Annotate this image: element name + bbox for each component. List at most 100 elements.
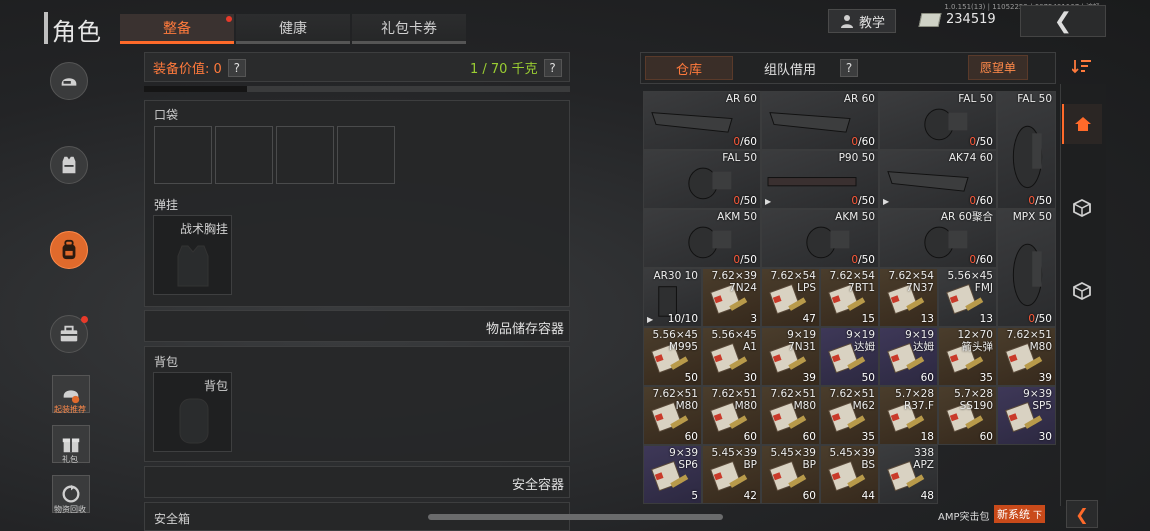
item-quantity: 48 [920, 490, 934, 502]
vest-icon [62, 156, 76, 174]
warehouse-item[interactable]: 7.62×51 M80 60 [643, 386, 702, 445]
warehouse-item[interactable]: 7.62×51 M80 60 [702, 386, 761, 445]
item-name: 5.45×39 BP [770, 447, 816, 471]
weight-help-button[interactable]: ? [543, 58, 562, 77]
nav-helmet[interactable] [50, 62, 88, 100]
bottom-item-note: AMP突击包 [938, 512, 990, 523]
nav-toolbox[interactable] [50, 315, 88, 353]
warehouse-item[interactable]: 9×19 达姆 60 [879, 327, 938, 386]
side-box-button-2[interactable] [1062, 271, 1102, 311]
pin-icon: ▶ [883, 197, 890, 206]
helmet-icon [61, 78, 77, 86]
warehouse-item[interactable]: 9×39 SP5 30 [997, 386, 1056, 445]
item-name: 7.62×51 M80 [652, 388, 698, 412]
warehouse-item[interactable]: AR 60 0/60 [761, 91, 879, 150]
warehouse-item[interactable]: MPX 50 0/50 [997, 209, 1056, 327]
warehouse-item[interactable]: AK74 60 0/60 ▶ [879, 150, 997, 209]
recycle-label: 物资回收 [54, 505, 86, 514]
item-quantity: 0/60 [969, 195, 993, 207]
tab-health[interactable]: 健康 [236, 14, 350, 44]
item-name: 9×39 SP6 [669, 447, 698, 471]
item-quantity: 3 [750, 313, 757, 325]
warehouse-item[interactable]: P90 50 0/50 ▶ [761, 150, 879, 209]
warehouse-item[interactable]: 9×39 SP6 5 [643, 445, 702, 504]
warehouse-item[interactable]: AKM 50 0/50 [761, 209, 879, 268]
item-name: 5.7×28 R37.F [895, 388, 934, 412]
warehouse-item[interactable]: AR 60 0/60 [643, 91, 761, 150]
nav-vest[interactable] [50, 146, 88, 184]
tab-warehouse-label: 仓库 [675, 62, 702, 78]
item-name: AR 60 [725, 93, 757, 105]
item-quantity: 42 [743, 490, 757, 502]
item-name: 9×19 达姆 [905, 329, 934, 353]
pocket-slot-1[interactable] [154, 126, 212, 184]
warehouse-item[interactable]: 338 APZ 48 [879, 445, 938, 504]
item-quantity: 0/50 [733, 195, 757, 207]
warehouse-help-button[interactable]: ? [840, 59, 858, 77]
collapse-panel-button[interactable]: ❮ [1066, 500, 1098, 528]
warehouse-item[interactable]: 9×19 7N31 39 [761, 327, 820, 386]
back-button[interactable]: ❮ [1020, 5, 1106, 37]
warehouse-item[interactable]: AR30 10 10/10 ▶ [643, 268, 702, 327]
title-accent-bar [44, 12, 48, 44]
banknote-icon [918, 12, 942, 27]
warehouse-item[interactable]: 5.7×28 R37.F 18 [879, 386, 938, 445]
warehouse-item[interactable]: 5.56×45 FMJ 13 [938, 268, 997, 327]
warehouse-item[interactable]: FAL 50 0/50 [879, 91, 997, 150]
warehouse-item[interactable]: FAL 50 0/50 [643, 150, 761, 209]
warehouse-item[interactable]: FAL 50 0/50 [997, 91, 1056, 209]
horizontal-scrollbar[interactable] [428, 514, 723, 520]
side-box-button-1[interactable] [1062, 188, 1102, 228]
item-quantity: 60 [684, 431, 698, 443]
new-system-badge[interactable]: 新系统下 [994, 505, 1046, 523]
warehouse-item[interactable]: 5.7×28 SS190 60 [938, 386, 997, 445]
tab-team-borrow[interactable]: 组队借用 [738, 56, 842, 80]
side-home-button[interactable] [1062, 104, 1102, 144]
backpack-slot[interactable]: 背包 [153, 372, 232, 452]
item-name: 7.62×51 M80 [1006, 329, 1052, 353]
tab-gift-coupons[interactable]: 礼包卡券 [352, 14, 466, 44]
tutorial-button[interactable]: 教学 [828, 9, 896, 33]
item-quantity: 15 [861, 313, 875, 325]
warehouse-item[interactable]: AKM 50 0/50 [643, 209, 761, 268]
safe-box-label: 安全箱 [154, 512, 191, 526]
warehouse-item[interactable]: 12×70 箭头弹 35 [938, 327, 997, 386]
warehouse-item[interactable]: 5.56×45 M995 50 [643, 327, 702, 386]
item-quantity: 60 [979, 431, 993, 443]
pin-icon: ▶ [765, 197, 772, 206]
item-quantity: 0/50 [851, 254, 875, 266]
recommend-icon [63, 390, 80, 404]
nav-backpack[interactable] [50, 231, 88, 269]
warehouse-item[interactable]: 5.56×45 A1 30 [702, 327, 761, 386]
tab-warehouse[interactable]: 仓库 [645, 56, 733, 80]
weight-progress-fill [144, 86, 247, 92]
warehouse-item[interactable]: 5.45×39 BP 60 [761, 445, 820, 504]
tab-health-label: 健康 [279, 20, 307, 37]
sort-icon [1072, 60, 1091, 74]
warehouse-item[interactable]: 7.62×39 7N24 3 [702, 268, 761, 327]
item-name: 7.62×54 7BT1 [829, 270, 875, 294]
sort-button[interactable] [1068, 55, 1096, 77]
item-quantity: 44 [861, 490, 875, 502]
pocket-slot-3[interactable] [276, 126, 334, 184]
warehouse-item[interactable]: 7.62×51 M80 39 [997, 327, 1056, 386]
warehouse-item[interactable]: 9×19 达姆 50 [820, 327, 879, 386]
wishlist-button[interactable]: 愿望单 [968, 55, 1028, 80]
warehouse-item[interactable]: 7.62×54 LPS 47 [761, 268, 820, 327]
back-arrow-icon: ❮ [1053, 8, 1073, 34]
tab-prep[interactable]: 整备 [120, 14, 234, 44]
warehouse-item[interactable]: 5.45×39 BS 44 [820, 445, 879, 504]
warehouse-item[interactable]: 7.62×51 M80 60 [761, 386, 820, 445]
warehouse-item[interactable]: 7.62×54 7BT1 15 [820, 268, 879, 327]
pocket-slot-4[interactable] [337, 126, 395, 184]
item-name: AK74 60 [948, 152, 993, 164]
warehouse-item[interactable]: AR 60聚合 0/60 [879, 209, 997, 268]
warehouse-item[interactable]: 7.62×54 7N37 13 [879, 268, 938, 327]
item-quantity: 47 [802, 313, 816, 325]
rig-slot[interactable]: 战术胸挂 [153, 215, 232, 295]
warehouse-item[interactable]: 5.45×39 BP 42 [702, 445, 761, 504]
pocket-slot-2[interactable] [215, 126, 273, 184]
value-help-button[interactable]: ? [227, 58, 246, 77]
item-name: P90 50 [838, 152, 875, 164]
warehouse-item[interactable]: 7.62×51 M62 35 [820, 386, 879, 445]
